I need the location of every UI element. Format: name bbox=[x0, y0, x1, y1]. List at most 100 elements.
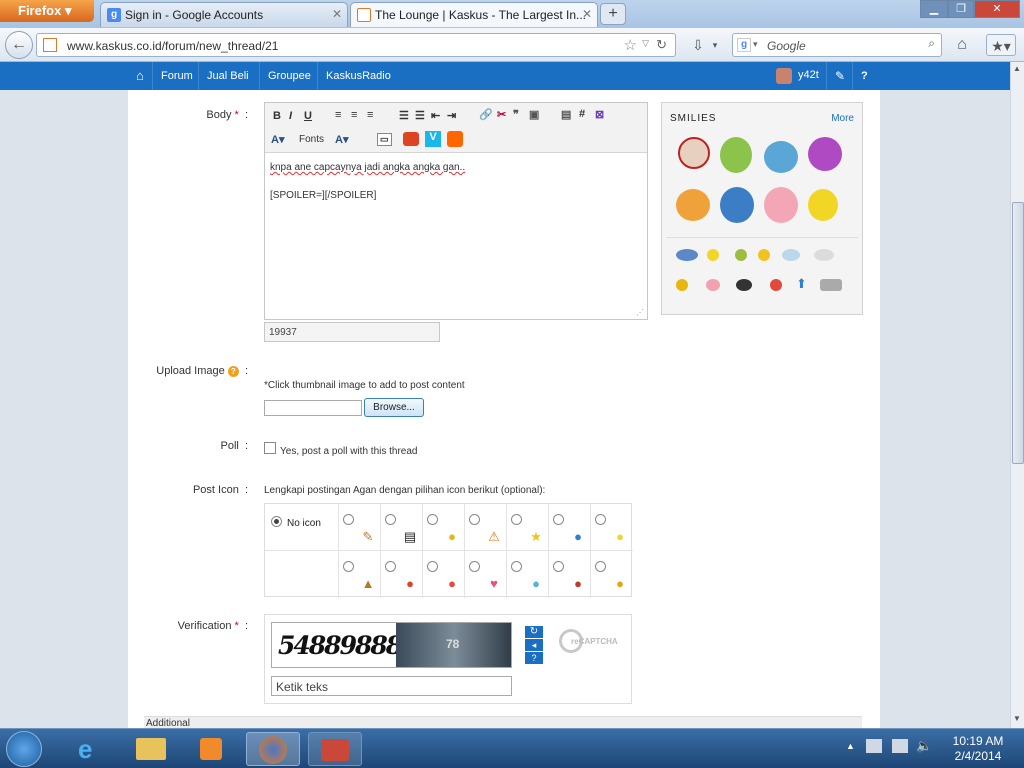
radio-button[interactable] bbox=[469, 514, 480, 525]
file-path-input[interactable] bbox=[264, 400, 362, 416]
post-icon-option[interactable]: ● bbox=[423, 504, 465, 551]
smiley-small-10[interactable] bbox=[770, 279, 782, 291]
post-icon-option[interactable]: ● bbox=[507, 551, 549, 598]
smiley-big-5[interactable] bbox=[676, 189, 710, 221]
volume-icon[interactable]: 🔈 bbox=[916, 738, 932, 754]
nav-kaskusradio[interactable]: KaskusRadio bbox=[317, 62, 399, 90]
bookmarks-menu-button[interactable]: ★▾ bbox=[986, 34, 1016, 56]
close-icon[interactable]: ✕ bbox=[582, 7, 592, 21]
chevron-down-icon[interactable]: ▾ bbox=[708, 34, 722, 56]
minimize-button[interactable]: ▁ bbox=[920, 0, 948, 18]
post-icon-option[interactable]: ▤ bbox=[381, 504, 423, 551]
post-icon-option[interactable]: ♥ bbox=[465, 551, 507, 598]
audio-icon[interactable]: ◂ bbox=[525, 639, 543, 651]
scroll-up-icon[interactable]: ▲ bbox=[1013, 64, 1021, 73]
page-scrollbar[interactable]: ▲ ▼ bbox=[1010, 62, 1024, 728]
numbered-list-icon[interactable]: ☰ bbox=[415, 109, 425, 122]
search-input[interactable]: g ▾ Google ⌕ bbox=[732, 33, 942, 57]
radio-button[interactable] bbox=[427, 514, 438, 525]
bullet-list-icon[interactable]: ☰ bbox=[399, 109, 409, 122]
app-taskbar-icon[interactable] bbox=[308, 732, 362, 766]
nav-forum[interactable]: Forum bbox=[152, 62, 201, 90]
smiley-big-8[interactable] bbox=[808, 189, 838, 221]
post-icon-option[interactable]: ● bbox=[591, 504, 633, 551]
font-size-icon[interactable]: A▾ bbox=[271, 133, 284, 146]
reload-icon[interactable]: ↻ bbox=[656, 37, 667, 53]
quote-icon[interactable]: ❞ bbox=[513, 108, 519, 121]
image-icon[interactable]: ▣ bbox=[529, 108, 539, 121]
nav-groupee[interactable]: Groupee bbox=[259, 62, 319, 90]
smiley-big-4[interactable] bbox=[808, 137, 842, 171]
help-icon[interactable]: ? bbox=[852, 62, 876, 90]
file-explorer-icon[interactable] bbox=[124, 732, 178, 766]
address-bar[interactable]: www.kaskus.co.id/forum/new_thread/21 ☆ ▽… bbox=[36, 33, 676, 57]
radio-button[interactable] bbox=[343, 561, 354, 572]
smiley-big-1[interactable] bbox=[678, 137, 710, 169]
radio-button[interactable] bbox=[553, 514, 564, 525]
body-text[interactable]: knpa ane capcaynya jadi angka angka gan.… bbox=[270, 161, 465, 203]
post-icon-option[interactable]: ✎ bbox=[339, 504, 381, 551]
html-icon[interactable]: ▭ bbox=[377, 133, 392, 146]
smilies-more-link[interactable]: More bbox=[831, 113, 854, 124]
radio-button[interactable] bbox=[469, 561, 480, 572]
resize-grip-icon[interactable]: ⋰ bbox=[636, 308, 644, 317]
downloads-icon[interactable]: ⇩ bbox=[686, 34, 710, 56]
tab-kaskus[interactable]: The Lounge | Kaskus - The Largest In... … bbox=[350, 2, 598, 27]
youtube-icon[interactable] bbox=[403, 132, 419, 146]
post-icon-option[interactable]: ● bbox=[591, 551, 633, 598]
radio-button[interactable] bbox=[595, 514, 606, 525]
post-icon-option[interactable]: ▲ bbox=[339, 551, 381, 598]
radio-button[interactable] bbox=[553, 561, 564, 572]
smiley-small-4[interactable] bbox=[758, 249, 770, 261]
smiley-small-8[interactable] bbox=[706, 279, 720, 291]
align-right-icon[interactable]: ≡ bbox=[367, 109, 373, 121]
magnifier-icon[interactable]: ⌕ bbox=[928, 36, 935, 51]
italic-icon[interactable]: I bbox=[289, 110, 292, 122]
restore-button[interactable]: ❐ bbox=[948, 0, 974, 18]
internet-explorer-icon[interactable]: e bbox=[64, 732, 118, 766]
link-icon[interactable]: 🔗 bbox=[479, 108, 493, 121]
smiley-small-9[interactable] bbox=[736, 279, 752, 291]
close-window-button[interactable]: ✕ bbox=[974, 0, 1020, 18]
help-icon[interactable]: ? bbox=[227, 366, 239, 377]
username[interactable]: y42t bbox=[798, 69, 819, 81]
align-center-icon[interactable]: ≡ bbox=[351, 109, 357, 121]
smiley-small-11[interactable] bbox=[820, 279, 842, 291]
code-icon[interactable]: ▤ bbox=[561, 108, 571, 121]
scrollbar-thumb[interactable] bbox=[1012, 202, 1024, 464]
font-color-icon[interactable]: A▾ bbox=[335, 133, 348, 146]
unlink-icon[interactable]: ✂ bbox=[497, 108, 506, 121]
tab-google-signin[interactable]: g Sign in - Google Accounts ✕ bbox=[100, 2, 348, 27]
bookmark-star-icon[interactable]: ☆ bbox=[624, 36, 637, 54]
smiley-small-6[interactable] bbox=[814, 249, 834, 261]
show-hidden-icons[interactable]: ▲ bbox=[846, 741, 855, 751]
align-left-icon[interactable]: ≡ bbox=[335, 109, 341, 121]
radio-button[interactable] bbox=[595, 561, 606, 572]
underline-icon[interactable]: U bbox=[304, 110, 312, 122]
pencil-icon[interactable]: ✎ bbox=[826, 62, 853, 90]
radio-button[interactable] bbox=[385, 514, 396, 525]
vimeo-icon[interactable]: V bbox=[425, 131, 441, 147]
scroll-down-icon[interactable]: ▼ bbox=[1013, 714, 1021, 723]
smiley-big-3[interactable] bbox=[764, 141, 798, 173]
smiley-small-3[interactable] bbox=[735, 249, 747, 261]
outdent-icon[interactable]: ⇤ bbox=[431, 109, 440, 122]
captcha-input[interactable]: Ketik teks bbox=[271, 676, 512, 696]
indent-icon[interactable]: ⇥ bbox=[447, 109, 456, 122]
smiley-big-6[interactable] bbox=[720, 187, 754, 223]
help-icon[interactable]: ? bbox=[525, 652, 543, 664]
post-icon-option[interactable]: ● bbox=[549, 551, 591, 598]
network-icon[interactable] bbox=[892, 739, 908, 753]
body-editor[interactable]: B I U ≡ ≡ ≡ ☰ ☰ ⇤ ⇥ 🔗 ✂ ❞ ▣ ▤ # ⊠ A▾ Fon… bbox=[264, 102, 648, 320]
dropdown-arrow-icon[interactable]: ▽ bbox=[642, 38, 649, 49]
post-icon-option[interactable]: ⚠ bbox=[465, 504, 507, 551]
radio-button[interactable] bbox=[343, 514, 354, 525]
start-button[interactable] bbox=[6, 731, 42, 767]
back-button[interactable]: ← bbox=[5, 31, 33, 59]
post-icon-option[interactable]: ★ bbox=[507, 504, 549, 551]
new-tab-button[interactable]: + bbox=[600, 3, 626, 25]
arrow-up-icon[interactable]: ⬆ bbox=[796, 276, 807, 292]
close-icon[interactable]: ✕ bbox=[332, 7, 342, 21]
avatar[interactable] bbox=[776, 68, 792, 84]
home-icon[interactable]: ⌂ bbox=[128, 62, 152, 90]
